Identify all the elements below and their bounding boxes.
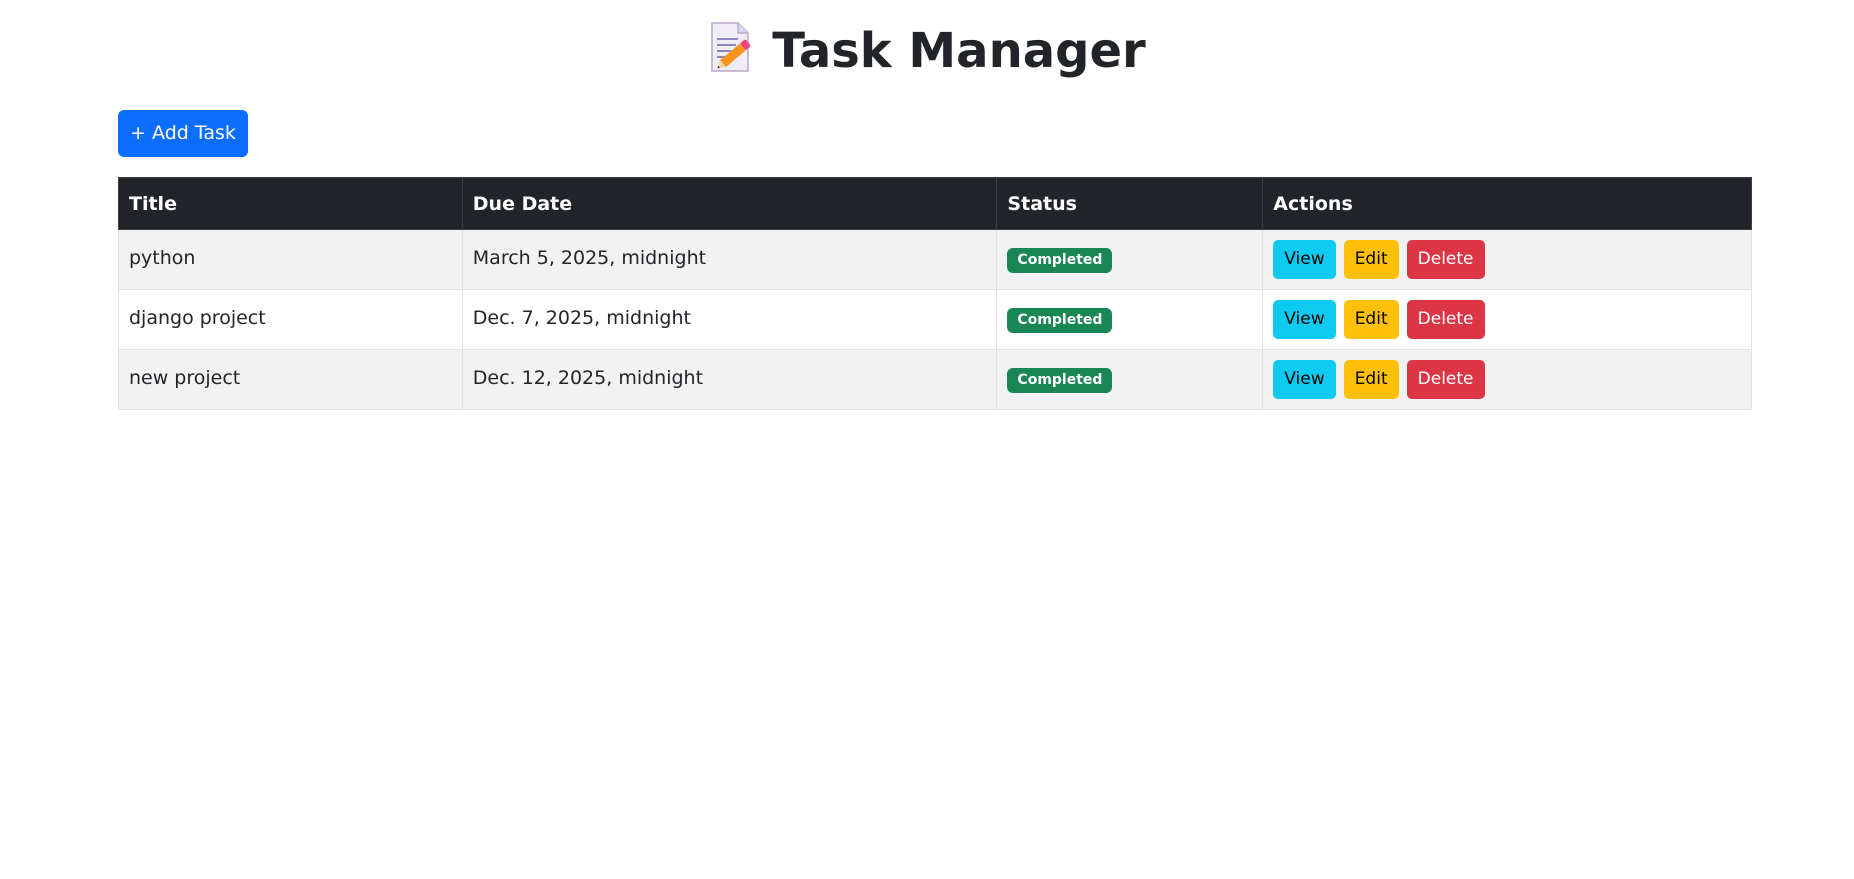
task-actions-cell: View Edit Delete — [1262, 289, 1752, 350]
task-status-cell: Completed — [996, 289, 1264, 350]
delete-button[interactable]: Delete — [1406, 240, 1485, 279]
view-button[interactable]: View — [1273, 300, 1336, 339]
table-row: new project Dec. 12, 2025, midnight Comp… — [118, 349, 1752, 410]
page-title-text: Task Manager — [772, 23, 1146, 79]
edit-button[interactable]: Edit — [1343, 240, 1399, 279]
task-title: django project — [129, 306, 266, 329]
task-due-date: March 5, 2025, midnight — [472, 246, 707, 269]
status-badge: Completed — [1007, 367, 1113, 393]
task-due-date-cell: Dec. 12, 2025, midnight — [461, 349, 998, 410]
task-actions-cell: View Edit Delete — [1262, 349, 1752, 410]
task-title-cell: python — [118, 229, 463, 290]
page: Task Manager + Add Task Title Due Date S… — [0, 0, 1854, 879]
task-due-date: Dec. 7, 2025, midnight — [472, 306, 691, 329]
table-row: django project Dec. 7, 2025, midnight Co… — [118, 289, 1752, 350]
task-title-cell: new project — [118, 349, 463, 410]
view-button[interactable]: View — [1273, 360, 1336, 399]
task-status-cell: Completed — [996, 349, 1264, 410]
status-badge: Completed — [1007, 307, 1113, 333]
edit-button[interactable]: Edit — [1343, 300, 1399, 339]
view-button[interactable]: View — [1273, 240, 1336, 279]
task-status-cell: Completed — [996, 229, 1264, 290]
page-title: Task Manager — [0, 18, 1854, 84]
task-title-cell: django project — [118, 289, 463, 350]
memo-pencil-icon — [711, 22, 751, 72]
table-row: python March 5, 2025, midnight Completed… — [118, 229, 1752, 290]
add-task-button[interactable]: + Add Task — [118, 110, 248, 157]
column-header-title: Title — [118, 177, 463, 230]
table-header: Title Due Date Status Actions — [118, 177, 1752, 230]
task-due-date-cell: March 5, 2025, midnight — [461, 229, 998, 290]
task-table: Title Due Date Status Actions python Mar… — [118, 177, 1752, 410]
task-due-date-cell: Dec. 7, 2025, midnight — [461, 289, 998, 350]
task-actions-cell: View Edit Delete — [1262, 229, 1752, 290]
table-header-row: Title Due Date Status Actions — [118, 177, 1752, 230]
delete-button[interactable]: Delete — [1406, 360, 1485, 399]
column-header-due-date: Due Date — [461, 177, 998, 230]
column-header-status: Status — [996, 177, 1264, 230]
task-title: new project — [129, 366, 241, 389]
edit-button[interactable]: Edit — [1343, 360, 1399, 399]
column-header-actions: Actions — [1262, 177, 1752, 230]
task-due-date: Dec. 12, 2025, midnight — [472, 366, 704, 389]
delete-button[interactable]: Delete — [1406, 300, 1485, 339]
status-badge: Completed — [1007, 247, 1113, 273]
task-title: python — [129, 246, 196, 269]
table-body: python March 5, 2025, midnight Completed… — [118, 229, 1752, 410]
